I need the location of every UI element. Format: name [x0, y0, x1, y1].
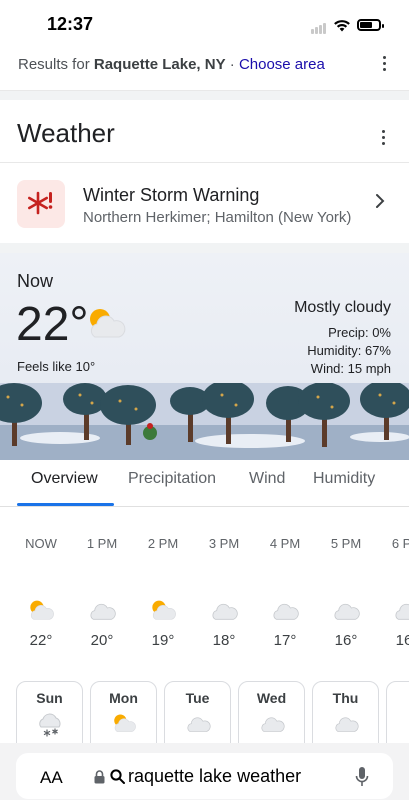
weather-title: Weather — [17, 118, 115, 148]
tab-precipitation[interactable]: Precipitation — [128, 470, 216, 488]
alert-title: Winter Storm Warning — [83, 185, 260, 205]
weather-more-options-icon[interactable] — [382, 130, 386, 145]
hour-temp: 20° — [90, 632, 114, 649]
day-card[interactable]: Tue — [164, 681, 231, 751]
cloudy-icon — [335, 717, 359, 732]
weather-tabs: Overview Precipitation Wind Humidity — [0, 460, 409, 507]
hour-temp: 17° — [273, 632, 297, 649]
lock-icon — [94, 770, 105, 784]
day-card[interactable] — [386, 681, 409, 751]
results-text: Results for Raquette Lake, NY · Choose a… — [18, 56, 325, 73]
cellular-signal-icon — [311, 16, 327, 34]
winter-storm-alert[interactable]: Winter Storm Warning Northern Herkimer; … — [0, 163, 409, 243]
day-label: Wed — [256, 690, 287, 706]
alert-subtitle: Northern Herkimer; Hamilton (New York) — [83, 209, 352, 226]
hour-label: 3 PM — [208, 536, 240, 551]
humidity-value: Humidity: 67% — [307, 343, 391, 358]
hour-temp: 16° — [395, 632, 409, 649]
hour-temp: 18° — [212, 632, 236, 649]
search-icon — [110, 769, 125, 784]
partly-cloudy-icon — [152, 600, 176, 620]
more-options-icon[interactable] — [383, 56, 387, 71]
browser-bottom-bar: AA raquette lake weather — [0, 743, 409, 800]
current-temperature: 22° — [16, 298, 89, 351]
tab-humidity[interactable]: Humidity — [313, 470, 375, 488]
cloudy-icon — [261, 717, 285, 732]
section-divider — [0, 91, 409, 100]
hour-temp: 16° — [334, 632, 358, 649]
day-card[interactable]: Sun — [16, 681, 83, 751]
snow-icon — [39, 713, 61, 737]
text-size-button[interactable]: AA — [40, 768, 63, 788]
hour-label: 6 PM — [391, 536, 409, 551]
day-card[interactable]: Mon — [90, 681, 157, 751]
wifi-icon — [334, 19, 350, 31]
status-icons — [311, 16, 384, 34]
section-divider — [0, 243, 409, 253]
tab-wind[interactable]: Wind — [249, 470, 285, 488]
cloudy-icon — [187, 717, 211, 732]
cloudy-icon — [90, 603, 116, 620]
cloudy-icon — [212, 603, 238, 620]
choose-area-link[interactable]: Choose area — [239, 56, 325, 73]
hour-label: NOW — [25, 536, 57, 551]
partly-cloudy-icon — [30, 600, 54, 620]
battery-icon — [357, 19, 384, 31]
results-location-bar: Results for Raquette Lake, NY · Choose a… — [0, 44, 409, 91]
day-label: Tue — [185, 690, 210, 706]
day-label: Sun — [36, 690, 63, 706]
precip-value: Precip: 0% — [328, 325, 391, 340]
tab-overview[interactable]: Overview — [31, 470, 98, 488]
day-label: Mon — [109, 690, 138, 706]
results-separator: · — [229, 56, 235, 73]
now-label: Now — [17, 271, 54, 291]
feels-like: Feels like 10° — [17, 359, 96, 374]
url-text: raquette lake weather — [128, 766, 302, 786]
cloudy-icon — [273, 603, 299, 620]
daily-forecast: Sun Mon Tue Wed Thu — [0, 681, 409, 751]
weather-scene-illustration — [0, 383, 409, 460]
hourly-forecast: NOW 22° 1 PM 20° 2 PM 19° 3 PM 18° 4 PM … — [0, 506, 409, 676]
chevron-right-icon[interactable] — [375, 193, 385, 209]
cloudy-icon — [395, 603, 409, 620]
results-prefix: Results for — [18, 56, 90, 73]
hour-temp: 22° — [29, 632, 53, 649]
cloudy-icon — [334, 603, 360, 620]
status-bar: 12:37 — [0, 0, 409, 44]
address-bar[interactable]: AA raquette lake weather — [16, 753, 393, 799]
hour-temp: 19° — [151, 632, 175, 649]
partly-cloudy-icon — [90, 309, 126, 338]
hour-label: 4 PM — [269, 536, 301, 551]
current-conditions-panel: Now 22° Mostly cloudy Precip: 0% Humidit… — [0, 253, 409, 460]
status-time: 12:37 — [47, 14, 94, 34]
day-label: Thu — [332, 690, 359, 706]
hour-label: 2 PM — [147, 536, 179, 551]
hour-label: 5 PM — [330, 536, 362, 551]
weather-header: Weather — [0, 100, 409, 163]
day-card[interactable]: Thu — [312, 681, 379, 751]
microphone-icon[interactable] — [355, 766, 369, 788]
partly-cloudy-icon — [114, 714, 136, 732]
current-condition: Mostly cloudy — [294, 299, 391, 316]
wind-value: Wind: 15 mph — [310, 361, 391, 376]
results-location: Raquette Lake, NY — [93, 56, 226, 73]
hour-label: 1 PM — [86, 536, 118, 551]
day-card[interactable]: Wed — [238, 681, 305, 751]
winter-storm-warning-icon — [17, 180, 65, 228]
